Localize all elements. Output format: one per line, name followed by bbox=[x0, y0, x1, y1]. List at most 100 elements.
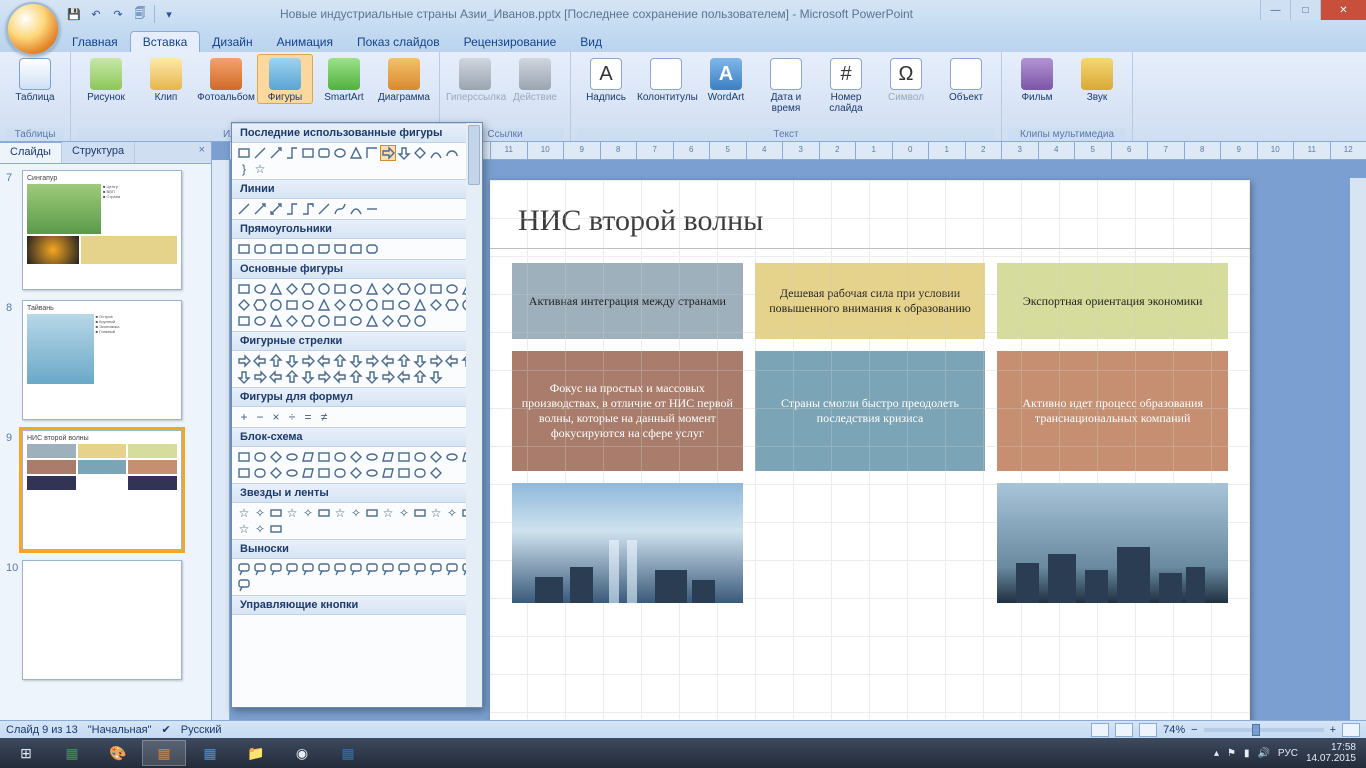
shape-item[interactable] bbox=[300, 465, 316, 481]
shape-item[interactable] bbox=[300, 561, 316, 577]
datetime-button[interactable]: Дата и время bbox=[757, 54, 815, 114]
shape-minus[interactable]: − bbox=[252, 409, 268, 425]
shape-line[interactable] bbox=[252, 145, 268, 161]
taskbar-chrome[interactable]: ◉ bbox=[280, 740, 324, 766]
shape-item[interactable] bbox=[300, 281, 316, 297]
shape-item[interactable] bbox=[268, 353, 284, 369]
shape-line-9[interactable] bbox=[364, 201, 380, 217]
shape-item[interactable] bbox=[396, 353, 412, 369]
shape-item[interactable] bbox=[252, 281, 268, 297]
shape-item[interactable] bbox=[268, 465, 284, 481]
wordart-button[interactable]: AWordArt bbox=[697, 54, 755, 103]
chart-button[interactable]: Диаграмма bbox=[375, 54, 433, 103]
shape-item[interactable] bbox=[236, 281, 252, 297]
shape-item[interactable] bbox=[428, 465, 444, 481]
shape-right-arrow[interactable] bbox=[380, 145, 396, 161]
shape-item[interactable] bbox=[316, 281, 332, 297]
shape-rect-5[interactable] bbox=[300, 241, 316, 257]
redo-icon[interactable]: ↷ bbox=[108, 4, 128, 24]
object-button[interactable]: Объект bbox=[937, 54, 995, 103]
shape-item[interactable] bbox=[252, 449, 268, 465]
save-icon[interactable]: 💾 bbox=[64, 4, 84, 24]
shape-item[interactable] bbox=[412, 561, 428, 577]
tray-network-icon[interactable]: ▮ bbox=[1244, 748, 1250, 759]
shape-down-arrow[interactable] bbox=[396, 145, 412, 161]
shape-item[interactable] bbox=[268, 297, 284, 313]
shape-item[interactable] bbox=[236, 561, 252, 577]
vertical-scrollbar[interactable] bbox=[1350, 178, 1366, 720]
thumb-row-8[interactable]: 8 Тайвань ■ Остров■ Крупный■ Экономика■ … bbox=[6, 300, 205, 420]
undo-icon[interactable]: ↶ bbox=[86, 4, 106, 24]
sorter-view-button[interactable] bbox=[1115, 723, 1133, 737]
shape-line-8[interactable] bbox=[348, 201, 364, 217]
shape-item[interactable] bbox=[380, 353, 396, 369]
shape-line-7[interactable] bbox=[332, 201, 348, 217]
shape-item[interactable] bbox=[316, 313, 332, 329]
picture-button[interactable]: Рисунок bbox=[77, 54, 135, 103]
slide-canvas[interactable]: НИС второй волны Активная интеграция меж… bbox=[490, 180, 1250, 720]
shape-line-5[interactable] bbox=[300, 201, 316, 217]
shape-item[interactable] bbox=[268, 281, 284, 297]
shape-item[interactable] bbox=[412, 449, 428, 465]
thumb-row-9[interactable]: 9 НИС второй волны bbox=[6, 430, 205, 550]
shape-curve[interactable] bbox=[428, 145, 444, 161]
taskbar-word[interactable]: ▦ bbox=[326, 740, 370, 766]
shape-line-6[interactable] bbox=[316, 201, 332, 217]
fit-to-window-button[interactable] bbox=[1342, 723, 1360, 737]
shape-item[interactable] bbox=[412, 369, 428, 385]
shape-item[interactable] bbox=[396, 561, 412, 577]
shape-item[interactable] bbox=[316, 369, 332, 385]
image-city-1[interactable] bbox=[512, 483, 743, 603]
qat-dropdown-icon[interactable]: ▾ bbox=[159, 4, 179, 24]
tray-language[interactable]: РУС bbox=[1278, 748, 1298, 759]
shape-item[interactable] bbox=[348, 313, 364, 329]
shape-item[interactable] bbox=[412, 281, 428, 297]
shape-item[interactable] bbox=[444, 281, 460, 297]
shape-item[interactable] bbox=[412, 465, 428, 481]
movie-button[interactable]: Фильм bbox=[1008, 54, 1066, 103]
zoom-out-button[interactable]: − bbox=[1191, 724, 1197, 736]
shape-item[interactable] bbox=[284, 281, 300, 297]
shape-item[interactable] bbox=[252, 561, 268, 577]
tab-slideshow[interactable]: Показ слайдов bbox=[345, 32, 452, 52]
shape-item[interactable] bbox=[332, 281, 348, 297]
shape-item[interactable]: ☆ bbox=[428, 505, 444, 521]
shape-elbow[interactable] bbox=[364, 145, 380, 161]
shape-item[interactable] bbox=[284, 369, 300, 385]
shape-item[interactable] bbox=[332, 465, 348, 481]
spellcheck-icon[interactable]: ✔ bbox=[162, 723, 171, 736]
shape-item[interactable] bbox=[332, 353, 348, 369]
shape-item[interactable] bbox=[428, 369, 444, 385]
taskbar-paint[interactable]: 🎨 bbox=[96, 740, 140, 766]
shape-item[interactable] bbox=[268, 521, 284, 537]
shape-item[interactable] bbox=[380, 369, 396, 385]
shape-item[interactable] bbox=[364, 313, 380, 329]
shape-item[interactable] bbox=[348, 369, 364, 385]
shape-rect-6[interactable] bbox=[316, 241, 332, 257]
shape-item[interactable] bbox=[428, 297, 444, 313]
smartart-button[interactable]: SmartArt bbox=[315, 54, 373, 103]
shape-item[interactable] bbox=[300, 353, 316, 369]
taskbar-excel[interactable]: ▦ bbox=[50, 740, 94, 766]
shape-item[interactable] bbox=[396, 369, 412, 385]
tab-view[interactable]: Вид bbox=[568, 32, 614, 52]
shape-item[interactable] bbox=[380, 561, 396, 577]
table-button[interactable]: Таблица bbox=[6, 54, 64, 103]
shape-item[interactable] bbox=[396, 313, 412, 329]
taskbar-explorer[interactable]: 📁 bbox=[234, 740, 278, 766]
minimize-button[interactable]: — bbox=[1260, 0, 1290, 20]
shape-item[interactable] bbox=[348, 281, 364, 297]
shape-item[interactable] bbox=[444, 297, 460, 313]
shape-rounded-rect[interactable] bbox=[316, 145, 332, 161]
zoom-in-button[interactable]: + bbox=[1330, 724, 1336, 736]
card-focus[interactable]: Фокус на простых и массовых производства… bbox=[512, 351, 743, 471]
image-city-2[interactable] bbox=[997, 483, 1228, 603]
taskbar-app-1[interactable]: ▦ bbox=[188, 740, 232, 766]
shape-item[interactable] bbox=[396, 297, 412, 313]
shape-item[interactable] bbox=[332, 561, 348, 577]
shape-item[interactable] bbox=[444, 561, 460, 577]
shape-item[interactable] bbox=[380, 465, 396, 481]
shape-item[interactable]: ✧ bbox=[444, 505, 460, 521]
shape-item[interactable] bbox=[316, 449, 332, 465]
shapes-button[interactable]: Фигуры bbox=[257, 54, 313, 104]
